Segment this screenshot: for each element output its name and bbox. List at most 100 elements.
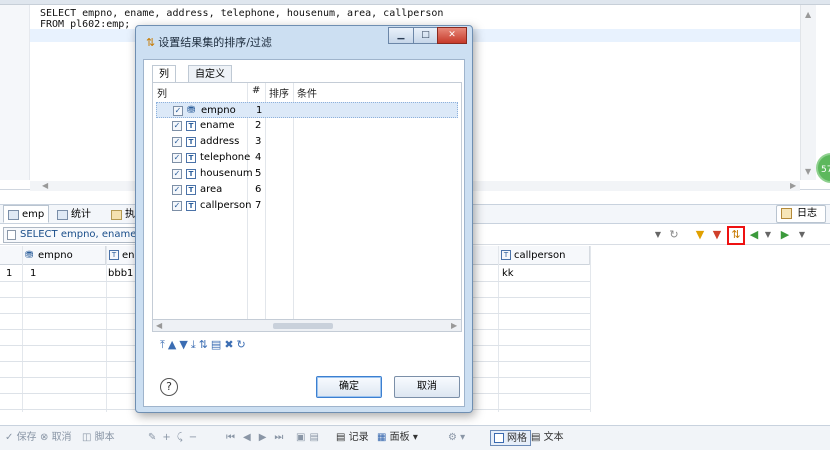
column-name: telephone: [200, 152, 251, 163]
scroll-right-icon[interactable]: ▶: [790, 181, 796, 190]
minimize-button[interactable]: ▁: [388, 27, 414, 44]
filter-icon[interactable]: ▼: [693, 228, 707, 242]
refresh-icon[interactable]: ↻: [667, 228, 681, 242]
log-label: 日志: [797, 208, 817, 219]
column-header-empno[interactable]: ⛃ empno: [22, 246, 106, 265]
help-icon[interactable]: ?: [160, 378, 178, 396]
stats-icon: [57, 210, 68, 220]
tab-custom[interactable]: 自定义: [188, 65, 232, 83]
close-button[interactable]: ✕: [437, 27, 467, 44]
list-item[interactable]: ✓ T area 6: [156, 182, 458, 198]
text-view-button[interactable]: ▤ 文本: [531, 430, 564, 446]
maximize-button[interactable]: □: [413, 27, 438, 44]
sort-table-icon[interactable]: ▤: [211, 338, 224, 351]
column-number: 4: [255, 152, 262, 163]
sql-preview-text: SELECT empno, ename, a: [20, 229, 143, 240]
tab-emp[interactable]: emp: [3, 205, 50, 223]
reset-icon[interactable]: ↻: [237, 338, 249, 351]
cell-ename[interactable]: bbb1: [108, 266, 133, 281]
cell-callperson[interactable]: kk: [502, 266, 514, 281]
list-item[interactable]: ✓ T telephone 4: [156, 150, 458, 166]
editor-gutter: [0, 5, 30, 180]
list-item[interactable]: ✓ T ename 2: [156, 118, 458, 134]
list-item[interactable]: ✓ T address 3: [156, 134, 458, 150]
tab-stats[interactable]: 统计: [52, 205, 96, 223]
export-icons[interactable]: ▣▤: [296, 430, 323, 446]
record-button[interactable]: ▤ 记录: [336, 430, 369, 446]
checkbox[interactable]: ✓: [173, 106, 183, 116]
save-label: 保存: [16, 432, 37, 443]
forward-icon[interactable]: ▶: [778, 228, 792, 242]
column-empno-label: empno: [38, 250, 73, 261]
code-line-2[interactable]: FROM pl602:emp;: [40, 19, 130, 30]
column-name: area: [200, 184, 223, 195]
panel-icon: ▦: [377, 432, 387, 443]
back-menu-icon[interactable]: ▼: [761, 228, 775, 242]
code-line-1[interactable]: SELECT empno, ename, address, telephone,…: [40, 8, 443, 19]
tab-execution-label: 执: [125, 209, 135, 220]
column-number: 3: [255, 136, 262, 147]
column-callperson-label: callperson: [514, 250, 566, 261]
tab-columns[interactable]: 列: [152, 65, 176, 83]
grid-view-button[interactable]: 网格: [490, 430, 531, 446]
scroll-left-icon[interactable]: ◀: [156, 321, 162, 330]
dialog-body: 列 自定义 列 # 排序 条件 ✓ ⛃ empno 1 ✓ T ename 2: [143, 59, 465, 407]
text-label: 文本: [543, 432, 564, 443]
sql-preview-field[interactable]: SELECT empno, ename, a: [3, 227, 143, 243]
log-button[interactable]: 日志: [776, 205, 826, 223]
column-name: ename: [200, 120, 235, 131]
cancel-button[interactable]: ⊗ 取消: [40, 430, 72, 446]
column-header-callperson[interactable]: T callperson: [498, 246, 590, 265]
tab-stats-label: 统计: [71, 209, 91, 220]
move-bottom-icon[interactable]: ⤓: [191, 338, 199, 351]
clear-filter-icon[interactable]: ▼: [710, 228, 724, 242]
record-label: 记录: [348, 432, 369, 443]
forward-menu-icon[interactable]: ▼: [795, 228, 809, 242]
tab-emp-label: emp: [22, 209, 45, 220]
scroll-right-icon[interactable]: ▶: [451, 321, 457, 330]
list-horizontal-scrollbar[interactable]: ◀ ▶: [152, 319, 462, 332]
scroll-up-icon[interactable]: ▲: [805, 10, 811, 19]
checkbox[interactable]: ✓: [172, 137, 182, 147]
editor-vertical-scrollbar[interactable]: ▲ ▼: [800, 5, 816, 180]
list-item[interactable]: ✓ T callperson 7: [156, 198, 458, 214]
dialog-title: ⇅ 设置结果集的排序/过滤: [146, 34, 272, 50]
checkbox[interactable]: ✓: [172, 201, 182, 211]
text-type-icon: T: [109, 250, 119, 260]
back-icon[interactable]: ◀: [747, 228, 761, 242]
column-number: 7: [255, 200, 262, 211]
highlight-box: [727, 226, 745, 245]
list-item[interactable]: ✓ T housenum 5: [156, 166, 458, 182]
panel-label: 面板: [389, 432, 410, 443]
navigation-icons[interactable]: ⏮◀▶⏭: [226, 430, 291, 446]
key-icon: ⛃: [25, 250, 34, 261]
cancel-button[interactable]: 取消: [394, 376, 460, 398]
move-down-icon[interactable]: ▼: [179, 338, 190, 351]
text-type-icon: T: [186, 153, 196, 163]
row-edit-icons[interactable]: ✎+⤹−: [148, 430, 203, 446]
scroll-left-icon[interactable]: ◀: [42, 181, 48, 190]
move-up-icon[interactable]: ▲: [168, 338, 179, 351]
checkbox[interactable]: ✓: [172, 121, 182, 131]
sort-ascending-icon[interactable]: ⇅: [199, 338, 211, 351]
remove-icon[interactable]: ✖: [224, 338, 236, 351]
cancel-label: 取消: [51, 432, 72, 443]
settings-menu[interactable]: ⚙ ▾: [448, 430, 465, 446]
scroll-down-icon[interactable]: ▼: [805, 167, 811, 176]
move-top-icon[interactable]: ⤒: [160, 338, 168, 351]
cell-empno[interactable]: 1: [30, 266, 36, 281]
checkbox[interactable]: ✓: [172, 153, 182, 163]
ok-button[interactable]: 确定: [316, 376, 382, 398]
checkbox[interactable]: ✓: [172, 185, 182, 195]
column-list[interactable]: 列 # 排序 条件 ✓ ⛃ empno 1 ✓ T ename 2 ✓ T ad…: [152, 82, 462, 320]
list-item[interactable]: ✓ ⛃ empno 1: [156, 102, 458, 118]
dropdown-icon[interactable]: ▼: [651, 228, 665, 242]
text-type-icon: T: [186, 169, 196, 179]
script-button[interactable]: ◫ 脚本: [82, 430, 115, 446]
checkbox[interactable]: ✓: [172, 169, 182, 179]
scroll-thumb[interactable]: [273, 323, 333, 329]
text-type-icon: T: [186, 137, 196, 147]
panel-button[interactable]: ▦ 面板 ▾: [377, 430, 418, 446]
column-number: 2: [255, 120, 262, 131]
save-button[interactable]: ✓ 保存: [5, 430, 37, 446]
